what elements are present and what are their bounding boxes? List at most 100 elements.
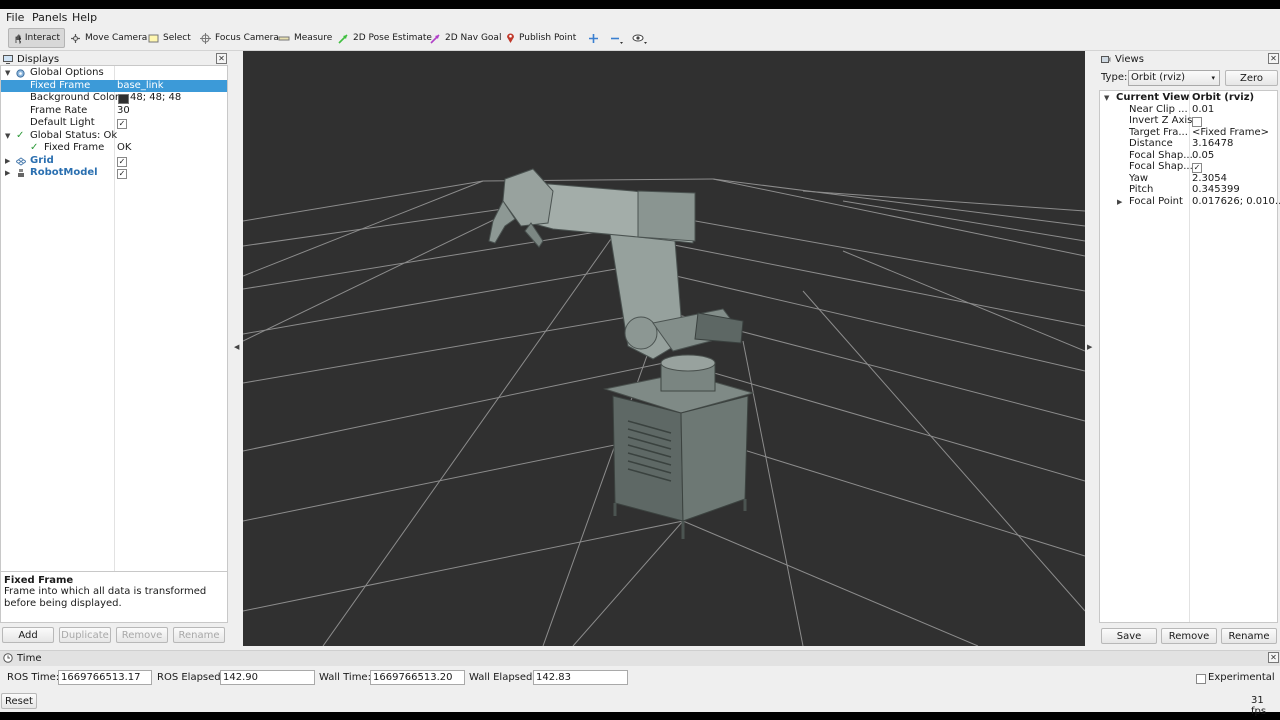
property-help-box: Fixed Frame Frame into which all data is…	[0, 571, 228, 623]
menu-help[interactable]: Help	[72, 11, 97, 24]
global-status-label: Global Status: Ok	[30, 129, 118, 141]
publish-point-label: Publish Point	[519, 33, 577, 43]
nav-goal-tool-button[interactable]: 2D Nav Goal	[426, 28, 505, 48]
nav-goal-label: 2D Nav Goal	[445, 33, 502, 43]
tree-row-background-color[interactable]: Background Color 48; 48; 48	[1, 92, 227, 105]
views-panel-title: Views	[1101, 52, 1276, 66]
scene-svg	[243, 168, 1085, 646]
time-panel-title: Time	[3, 651, 203, 665]
purple-arrow-icon	[430, 33, 440, 44]
ros-elapsed-field[interactable]: 142.90	[220, 670, 315, 685]
focal-shape-fixed-checkbox[interactable]: ✓	[1192, 163, 1202, 173]
select-label: Select	[163, 33, 191, 43]
duplicate-display-button[interactable]: Duplicate	[59, 627, 111, 643]
move-camera-tool-button[interactable]: Move Camera	[66, 28, 151, 48]
minus-icon	[611, 37, 623, 44]
collapse-left-icon[interactable]: ◀	[234, 343, 239, 351]
eye-icon	[632, 34, 647, 44]
robot-model-checkbox[interactable]: ✓	[117, 169, 127, 179]
pose-estimate-tool-button[interactable]: 2D Pose Estimate	[334, 28, 436, 48]
color-swatch	[118, 94, 129, 104]
tree-row-focal-point[interactable]: ▶ Focal Point 0.017626; 0.010...	[1100, 196, 1280, 209]
tree-row-global-options[interactable]: ▼ Global Options	[1, 67, 227, 80]
grid-icon	[16, 156, 26, 166]
rviz-window: File Panels Help Interact Move Camera Se…	[0, 9, 1280, 717]
displays-close-icon[interactable]: ✕	[216, 53, 227, 64]
tree-row-robot-model[interactable]: ▶ RobotModel ✓	[1, 167, 227, 180]
ruler-icon	[278, 36, 290, 40]
interact-tool-button[interactable]: Interact	[8, 28, 65, 48]
grid-label: Grid	[30, 154, 54, 166]
ros-time-field[interactable]: 1669766513.17	[58, 670, 152, 685]
robot-base	[660, 354, 716, 392]
crosshair-icon	[200, 32, 211, 44]
views-tree: ▼ Current View Orbit (rviz) Near Clip ..…	[1099, 90, 1280, 623]
measure-tool-button[interactable]: Measure	[274, 28, 336, 48]
remove-tool-button[interactable]	[606, 28, 628, 48]
select-icon	[148, 34, 159, 42]
gear-icon	[16, 69, 25, 78]
focus-camera-label: Focus Camera	[215, 33, 279, 43]
view-type-label: Type:	[1101, 72, 1128, 83]
displays-tree: ▼ Global Options Fixed Frame base_link B…	[0, 65, 228, 577]
move-camera-label: Move Camera	[85, 33, 148, 43]
ros-time-label: ROS Time:	[7, 672, 60, 683]
menu-file[interactable]: File	[6, 11, 24, 24]
ok-check-icon: ✓	[30, 142, 39, 153]
interact-label: Interact	[24, 33, 60, 43]
map-pin-icon	[507, 33, 514, 43]
toolbar: Interact Move Camera Select Focus Camera…	[0, 26, 1280, 51]
move-icon	[71, 33, 80, 43]
add-tool-button[interactable]	[584, 28, 603, 48]
wall-time-field[interactable]: 1669766513.20	[370, 670, 465, 685]
save-view-button[interactable]: Save	[1101, 628, 1157, 644]
time-close-icon[interactable]: ✕	[1268, 652, 1279, 663]
focal-point-value[interactable]: 0.017626; 0.010...	[1192, 196, 1280, 209]
remove-view-button[interactable]: Remove	[1161, 628, 1217, 644]
menu-panels[interactable]: Panels	[32, 11, 67, 24]
select-tool-button[interactable]: Select	[144, 28, 195, 48]
hand-icon	[15, 34, 21, 44]
add-display-button[interactable]: Add	[2, 627, 54, 643]
tool-properties-button[interactable]	[628, 28, 652, 48]
displays-panel-title: Displays	[3, 52, 228, 66]
background-color-value[interactable]: 48; 48; 48	[130, 92, 181, 105]
invert-z-checkbox[interactable]	[1192, 117, 1202, 127]
rename-display-button[interactable]: Rename	[173, 627, 225, 643]
tree-row-fixed-frame-status[interactable]: ✓ Fixed Frame OK	[1, 142, 227, 155]
focus-camera-tool-button[interactable]: Focus Camera	[196, 28, 283, 48]
tree-row-fixed-frame[interactable]: Fixed Frame base_link	[1, 79, 227, 93]
fixed-frame-value[interactable]: base_link	[117, 80, 164, 93]
frame-rate-value[interactable]: 30	[117, 105, 130, 118]
tree-row-frame-rate[interactable]: Frame Rate 30	[1, 105, 227, 118]
wall-elapsed-label: Wall Elapsed:	[469, 672, 536, 683]
default-light-checkbox[interactable]: ✓	[117, 119, 127, 129]
collapse-right-icon[interactable]: ▶	[1087, 343, 1092, 351]
zero-view-button[interactable]: Zero	[1225, 70, 1278, 86]
fixed-frame-status-label: Fixed Frame	[44, 142, 105, 153]
tree-row-default-light[interactable]: Default Light ✓	[1, 117, 227, 130]
plus-icon	[589, 33, 598, 43]
tree-row-global-status[interactable]: ▼ ✓ Global Status: Ok	[1, 130, 227, 143]
publish-point-tool-button[interactable]: Publish Point	[502, 28, 580, 48]
view-type-select[interactable]: Orbit (rviz) ▾	[1128, 70, 1220, 86]
help-text: Frame into which all data is transformed…	[4, 586, 207, 609]
experimental-checkbox[interactable]	[1196, 674, 1206, 684]
grid-checkbox[interactable]: ✓	[117, 156, 127, 167]
remove-display-button[interactable]: Remove	[116, 627, 168, 643]
render-viewport[interactable]	[243, 51, 1085, 646]
tree-row-grid[interactable]: ▶ Grid ✓	[1, 155, 227, 168]
rename-view-button[interactable]: Rename	[1221, 628, 1277, 644]
monitor-icon	[3, 54, 13, 64]
wall-elapsed-field[interactable]: 142.83	[533, 670, 628, 685]
menu-bar: File Panels Help	[0, 9, 1280, 25]
ok-check-icon: ✓	[16, 129, 25, 141]
displays-title: Displays	[17, 53, 60, 65]
reset-button[interactable]: Reset	[1, 693, 37, 709]
camera-view-icon	[1101, 55, 1111, 63]
fixed-frame-label: Fixed Frame	[30, 79, 91, 91]
views-close-icon[interactable]: ✕	[1268, 53, 1279, 64]
help-title: Fixed Frame	[4, 575, 74, 586]
views-title: Views	[1115, 53, 1144, 65]
experimental-label: Experimental	[1208, 672, 1275, 683]
